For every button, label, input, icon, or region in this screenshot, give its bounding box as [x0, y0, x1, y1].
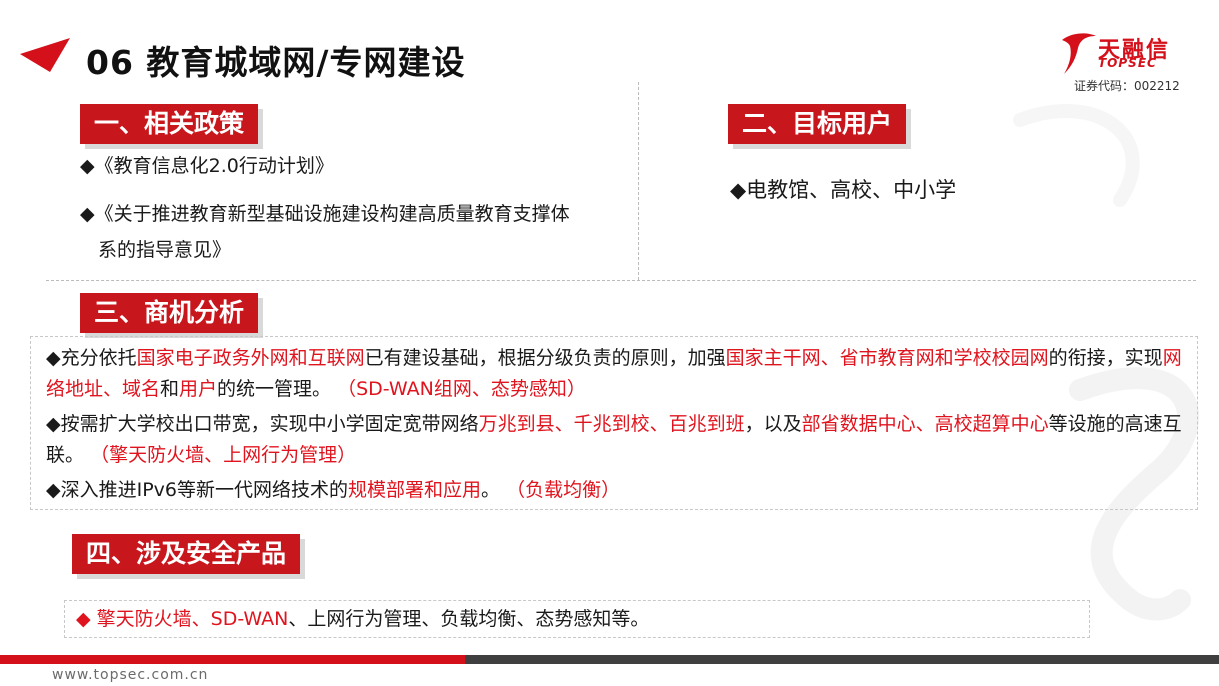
topsec-swoosh-icon	[1062, 33, 1096, 74]
policy-item-2: ◆《关于推进教育新型基础设施建设构建高质量教育支撑体	[80, 203, 570, 225]
stock-code: 证券代码：002212	[1074, 79, 1180, 93]
title-arrow-icon	[20, 38, 70, 72]
section-users-heading: 二、目标用户	[728, 104, 907, 144]
page-title: 06 教育城域网/专网建设	[86, 43, 466, 82]
analysis-para-1: ◆充分依托国家电子政务外网和互联网已有建设基础，根据分级负责的原则，加强国家主干…	[46, 347, 1182, 400]
analysis-para-2: ◆按需扩大学校出口带宽，实现中小学固定宽带网络万兆到县、千兆到校、百兆到班，以及…	[46, 413, 1182, 466]
target-users-item: ◆电教馆、高校、中小学	[730, 178, 957, 202]
footer-url: www.topsec.com.cn	[52, 667, 209, 683]
footer-bar-red	[0, 655, 465, 664]
policy-item-2-cont: 系的指导意见》	[98, 239, 232, 261]
policy-item-1: ◆《教育信息化2.0行动计划》	[80, 155, 334, 177]
footer-bar-dark	[465, 655, 1219, 664]
section-products-heading: 四、涉及安全产品	[72, 534, 301, 574]
section-policy-heading: 一、相关政策	[80, 104, 259, 144]
vertical-divider	[638, 82, 639, 280]
horizontal-divider	[46, 280, 1196, 281]
section-analysis-heading: 三、商机分析	[80, 293, 259, 333]
topsec-logo: 天融信 TOPSEC 证券代码：002212	[1058, 30, 1192, 94]
analysis-para-3: ◆深入推进IPv6等新一代网络技术的规模部署和应用。 （负载均衡）	[46, 479, 621, 501]
products-line: ◆ 擎天防火墙、SD-WAN、上网行为管理、负载均衡、态势感知等。	[76, 608, 650, 630]
logo-latin: TOPSEC	[1098, 56, 1157, 70]
